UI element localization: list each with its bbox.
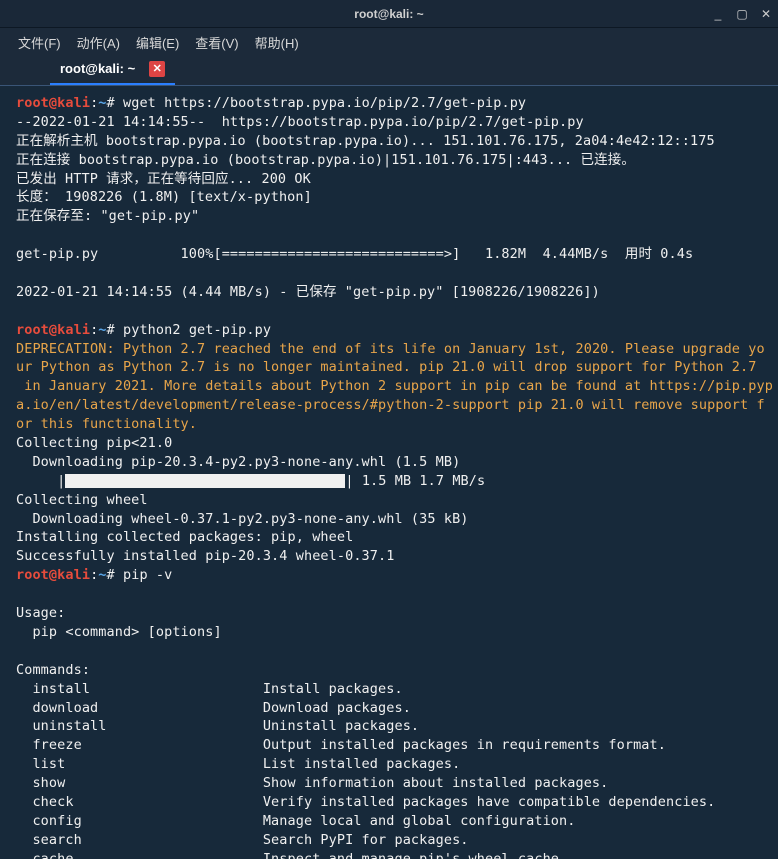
menu-edit[interactable]: 编辑(E) [136,33,179,52]
collect-prog-post: | 1.5 MB 1.7 MB/s [345,473,485,489]
deprecation-head: DEPRECATION: [16,341,115,357]
collect-l4: Downloading wheel-0.37.1-py2.py3-none-an… [16,511,469,527]
prompt-user: root@kali [16,567,90,583]
commands-head: Commands: [16,662,90,678]
window-title: root@kali: ~ [354,7,423,21]
command-row: install Install packages. [16,681,403,697]
wget-line5: 长度： 1908226 (1.8M) [text/x-python] [16,189,312,205]
command-2: python2 get-pip.py [123,322,271,338]
command-row: freeze Output installed packages in requ… [16,737,666,753]
prompt-user: root@kali [16,322,90,338]
collect-l3: Collecting wheel [16,492,148,508]
wget-line6: 正在保存至: "get-pip.py" [16,208,199,224]
deprecation-body: Python 2.7 reached the end of its life o… [16,341,773,433]
menu-view[interactable]: 查看(V) [195,33,238,52]
menubar: 文件(F) 动作(A) 编辑(E) 查看(V) 帮助(H) [0,28,778,56]
terminal-output[interactable]: root@kali:~# wget https://bootstrap.pypa… [0,86,778,859]
wget-done: 2022-01-21 14:14:55 (4.44 MB/s) - 已保存 "g… [16,284,600,300]
command-row: uninstall Uninstall packages. [16,718,419,734]
wget-progress: get-pip.py 100%[========================… [16,246,693,262]
menu-action[interactable]: 动作(A) [77,33,120,52]
window-controls: _ ▢ ✕ [710,6,774,22]
command-3: pip -v [123,567,172,583]
command-row: config Manage local and global configura… [16,813,575,829]
prompt-user: root@kali [16,95,90,111]
menu-help[interactable]: 帮助(H) [255,33,299,52]
usage-head: Usage: [16,605,65,621]
command-row: download Download packages. [16,700,411,716]
tabbar: root@kali: ~ ✕ [0,56,778,86]
command-row: cache Inspect and manage pip's wheel cac… [16,851,567,859]
maximize-button[interactable]: ▢ [734,6,750,22]
terminal-window: root@kali: ~ _ ▢ ✕ 文件(F) 动作(A) 编辑(E) 查看(… [0,0,778,859]
command-row: search Search PyPI for packages. [16,832,469,848]
tab-active[interactable]: root@kali: ~ ✕ [50,57,175,85]
commands-list: install Install packages. download Downl… [16,680,762,859]
prompt-hash: # [107,95,123,111]
menu-file[interactable]: 文件(F) [18,33,61,52]
collect-l2: Downloading pip-20.3.4-py2.py3-none-any.… [16,454,460,470]
command-row: show Show information about installed pa… [16,775,608,791]
wget-line3: 正在连接 bootstrap.pypa.io (bootstrap.pypa.i… [16,152,635,168]
wget-line2: 正在解析主机 bootstrap.pypa.io (bootstrap.pypa… [16,133,715,149]
command-row: check Verify installed packages have com… [16,794,715,810]
tab-close-icon[interactable]: ✕ [149,61,165,77]
wget-line1: --2022-01-21 14:14:55-- https://bootstra… [16,114,584,130]
minimize-button[interactable]: _ [710,6,726,22]
close-button[interactable]: ✕ [758,6,774,22]
collect-l1: Collecting pip<21.0 [16,435,172,451]
command-row: list List installed packages. [16,756,460,772]
titlebar: root@kali: ~ _ ▢ ✕ [0,0,778,28]
progress-bar [65,474,345,488]
usage-line: pip <command> [options] [16,624,222,640]
collect-l5: Installing collected packages: pip, whee… [16,529,353,545]
command-1: wget https://bootstrap.pypa.io/pip/2.7/g… [123,95,526,111]
collect-l6: Successfully installed pip-20.3.4 wheel-… [16,548,394,564]
wget-line4: 已发出 HTTP 请求，正在等待回应... 200 OK [16,171,311,187]
collect-prog-pre: | [16,473,65,489]
prompt-path: ~ [98,95,106,111]
tab-label: root@kali: ~ [60,61,135,76]
